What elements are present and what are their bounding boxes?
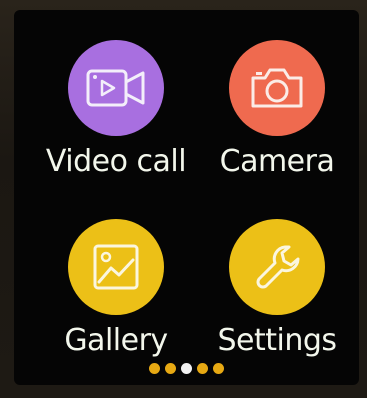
page-dot[interactable] [149,363,160,374]
video-call-icon-circle [68,40,164,136]
camera-icon-circle [229,40,325,136]
app-camera[interactable]: Camera [197,40,357,215]
page-dot[interactable] [197,363,208,374]
photo-camera-icon [251,68,303,108]
video-camera-icon [86,69,145,107]
app-label-video-call: Video call [45,144,187,179]
app-settings[interactable]: Settings [197,219,357,385]
watch-screen: Video call Camera Gallery Settings [14,10,359,385]
app-gallery[interactable]: Gallery [36,219,196,385]
app-label-gallery: Gallery [64,323,168,358]
app-label-camera: Camera [219,144,335,179]
wrench-icon [256,245,300,289]
page-dot-active[interactable] [181,363,192,374]
settings-icon-circle [229,219,325,315]
page-indicator [14,363,359,374]
gallery-icon-circle [68,219,164,315]
image-icon [93,244,139,290]
app-label-settings: Settings [217,323,337,358]
page-dot[interactable] [213,363,224,374]
page-dot[interactable] [165,363,176,374]
app-video-call[interactable]: Video call [36,40,196,215]
